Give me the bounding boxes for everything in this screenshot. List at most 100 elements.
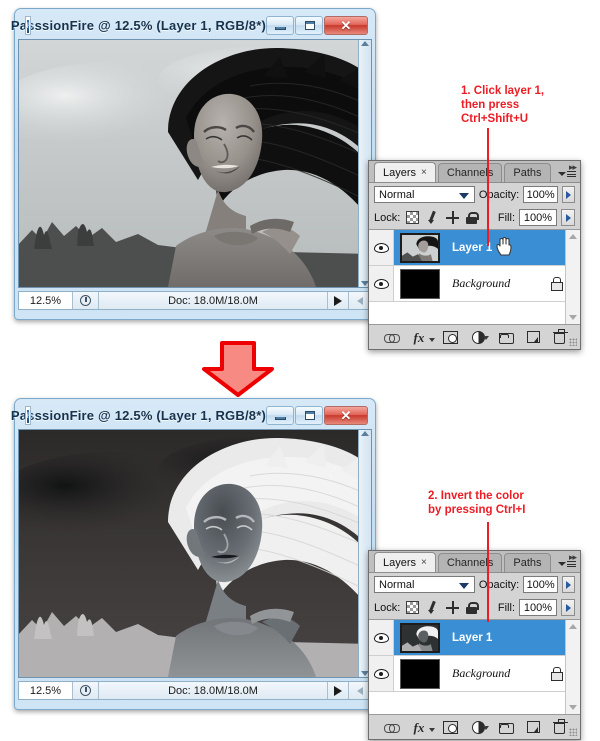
document-canvas[interactable]	[18, 429, 372, 678]
layers-list[interactable]: Layer 1 Background	[369, 619, 580, 715]
panel-tabbar[interactable]: Layers × Channels Paths ▸▸	[369, 161, 580, 183]
lock-position-icon[interactable]	[446, 211, 460, 224]
link-layers-icon[interactable]	[383, 330, 400, 345]
minimize-button[interactable]	[266, 406, 294, 425]
resize-grip[interactable]	[569, 728, 577, 736]
scroll-up-icon[interactable]	[569, 234, 577, 239]
layers-panel-footer[interactable]: fx	[369, 325, 580, 349]
table-row[interactable]: Layer 1	[369, 230, 580, 266]
scroll-up-icon[interactable]	[361, 41, 369, 46]
new-adjustment-layer-icon[interactable]	[471, 330, 489, 344]
table-row[interactable]: Layer 1	[369, 620, 580, 656]
table-row[interactable]: Background	[369, 266, 580, 302]
layer-style-fx-icon[interactable]: fx	[414, 330, 435, 345]
chevron-down-icon	[458, 583, 469, 589]
maximize-button[interactable]	[295, 406, 323, 425]
resize-grip[interactable]	[569, 338, 577, 346]
zoom-level-field[interactable]: 12.5%	[19, 682, 73, 699]
blend-opacity-row[interactable]: Normal Opacity: 100%	[369, 573, 580, 596]
tab-paths[interactable]: Paths	[504, 553, 551, 572]
layer-visibility-toggle[interactable]	[369, 266, 394, 301]
layer-visibility-toggle[interactable]	[369, 230, 394, 265]
delete-layer-icon[interactable]	[553, 719, 569, 734]
blend-mode-select[interactable]: Normal	[374, 576, 475, 593]
lock-fill-row[interactable]: Lock: Fill: 100%	[369, 206, 580, 229]
window-titlebar[interactable]: PasssionFire @ 12.5% (Layer 1, RGB/8*) ✕	[11, 12, 372, 39]
close-icon[interactable]: ×	[421, 557, 427, 568]
add-layer-mask-icon[interactable]	[443, 330, 459, 344]
photoshop-document-icon	[25, 406, 31, 425]
window-controls[interactable]: ✕	[266, 406, 368, 425]
link-layers-icon[interactable]	[383, 720, 400, 735]
panel-tabbar[interactable]: Layers × Channels Paths ▸▸	[369, 551, 580, 573]
layers-panel-after[interactable]: Layers × Channels Paths ▸▸ Normal Opacit…	[368, 550, 581, 740]
table-row[interactable]: Background	[369, 656, 580, 692]
opacity-input[interactable]: 100%	[523, 186, 559, 203]
play-arrow-icon[interactable]	[328, 292, 349, 309]
opacity-slider-button[interactable]	[562, 576, 575, 593]
play-arrow-icon[interactable]	[328, 682, 349, 699]
scroll-down-icon[interactable]	[569, 705, 577, 710]
new-group-icon[interactable]	[498, 723, 514, 734]
lock-image-icon[interactable]	[426, 601, 439, 614]
scroll-down-icon[interactable]	[569, 315, 577, 320]
new-adjustment-layer-icon[interactable]	[471, 720, 489, 734]
lock-buttons[interactable]	[406, 601, 480, 614]
layer-visibility-toggle[interactable]	[369, 620, 394, 655]
close-button[interactable]: ✕	[324, 16, 368, 35]
new-group-icon[interactable]	[498, 333, 514, 344]
lock-position-icon[interactable]	[446, 601, 460, 614]
lock-image-icon[interactable]	[426, 211, 439, 224]
scroll-up-icon[interactable]	[361, 431, 369, 436]
delete-layer-icon[interactable]	[553, 329, 569, 344]
document-canvas[interactable]	[18, 39, 372, 288]
lock-label: Lock:	[374, 211, 401, 224]
lock-transparency-icon[interactable]	[406, 601, 420, 614]
fill-input[interactable]: 100%	[519, 209, 557, 226]
opacity-input[interactable]: 100%	[523, 576, 559, 593]
fill-slider-button[interactable]	[561, 599, 575, 616]
lock-fill-row[interactable]: Lock: Fill: 100%	[369, 596, 580, 619]
close-icon[interactable]: ×	[421, 167, 427, 178]
close-button[interactable]: ✕	[324, 406, 368, 425]
layer-name[interactable]: Layer 1	[452, 632, 576, 644]
lock-all-icon[interactable]	[466, 601, 480, 614]
opacity-slider-button[interactable]	[562, 186, 575, 203]
scroll-up-icon[interactable]	[569, 624, 577, 629]
window-controls[interactable]: ✕	[266, 16, 368, 35]
new-layer-icon[interactable]	[527, 331, 541, 343]
fill-input[interactable]: 100%	[519, 599, 557, 616]
layers-list[interactable]: Layer 1 Background	[369, 229, 580, 325]
panel-menu-icon[interactable]	[558, 171, 576, 177]
tab-channels[interactable]: Channels	[437, 553, 503, 572]
tab-paths[interactable]: Paths	[504, 163, 551, 182]
new-layer-icon[interactable]	[527, 721, 541, 733]
window-titlebar[interactable]: PasssionFire @ 12.5% (Layer 1, RGB/8*) ✕	[11, 402, 372, 429]
layer-name[interactable]: Layer 1	[452, 242, 576, 254]
photoshop-window-after[interactable]: PasssionFire @ 12.5% (Layer 1, RGB/8*) ✕	[11, 398, 376, 710]
lock-buttons[interactable]	[406, 211, 480, 224]
add-layer-mask-icon[interactable]	[443, 720, 459, 734]
blend-opacity-row[interactable]: Normal Opacity: 100%	[369, 183, 580, 206]
blend-mode-select[interactable]: Normal	[374, 186, 475, 203]
layer-visibility-toggle[interactable]	[369, 656, 394, 691]
panel-menu-icon[interactable]	[558, 561, 576, 567]
layers-list-scrollbar[interactable]	[565, 620, 580, 714]
layer-name[interactable]: Background	[452, 276, 550, 291]
maximize-button[interactable]	[295, 16, 323, 35]
lock-transparency-icon[interactable]	[406, 211, 420, 224]
layers-panel-before[interactable]: Layers × Channels Paths ▸▸ Normal Opacit…	[368, 160, 581, 350]
zoom-level-field[interactable]: 12.5%	[19, 292, 73, 309]
minimize-button[interactable]	[266, 16, 294, 35]
tab-layers-label: Layers	[383, 556, 417, 569]
lock-all-icon[interactable]	[466, 211, 480, 224]
fill-slider-button[interactable]	[561, 209, 575, 226]
tab-layers[interactable]: Layers ×	[374, 162, 436, 182]
layers-list-scrollbar[interactable]	[565, 230, 580, 324]
tab-channels[interactable]: Channels	[437, 163, 503, 182]
layer-style-fx-icon[interactable]: fx	[414, 720, 435, 735]
photoshop-window-before[interactable]: PasssionFire @ 12.5% (Layer 1, RGB/8*) ✕	[11, 8, 376, 320]
layer-name[interactable]: Background	[452, 666, 550, 681]
layers-panel-footer[interactable]: fx	[369, 715, 580, 739]
tab-layers[interactable]: Layers ×	[374, 552, 436, 572]
